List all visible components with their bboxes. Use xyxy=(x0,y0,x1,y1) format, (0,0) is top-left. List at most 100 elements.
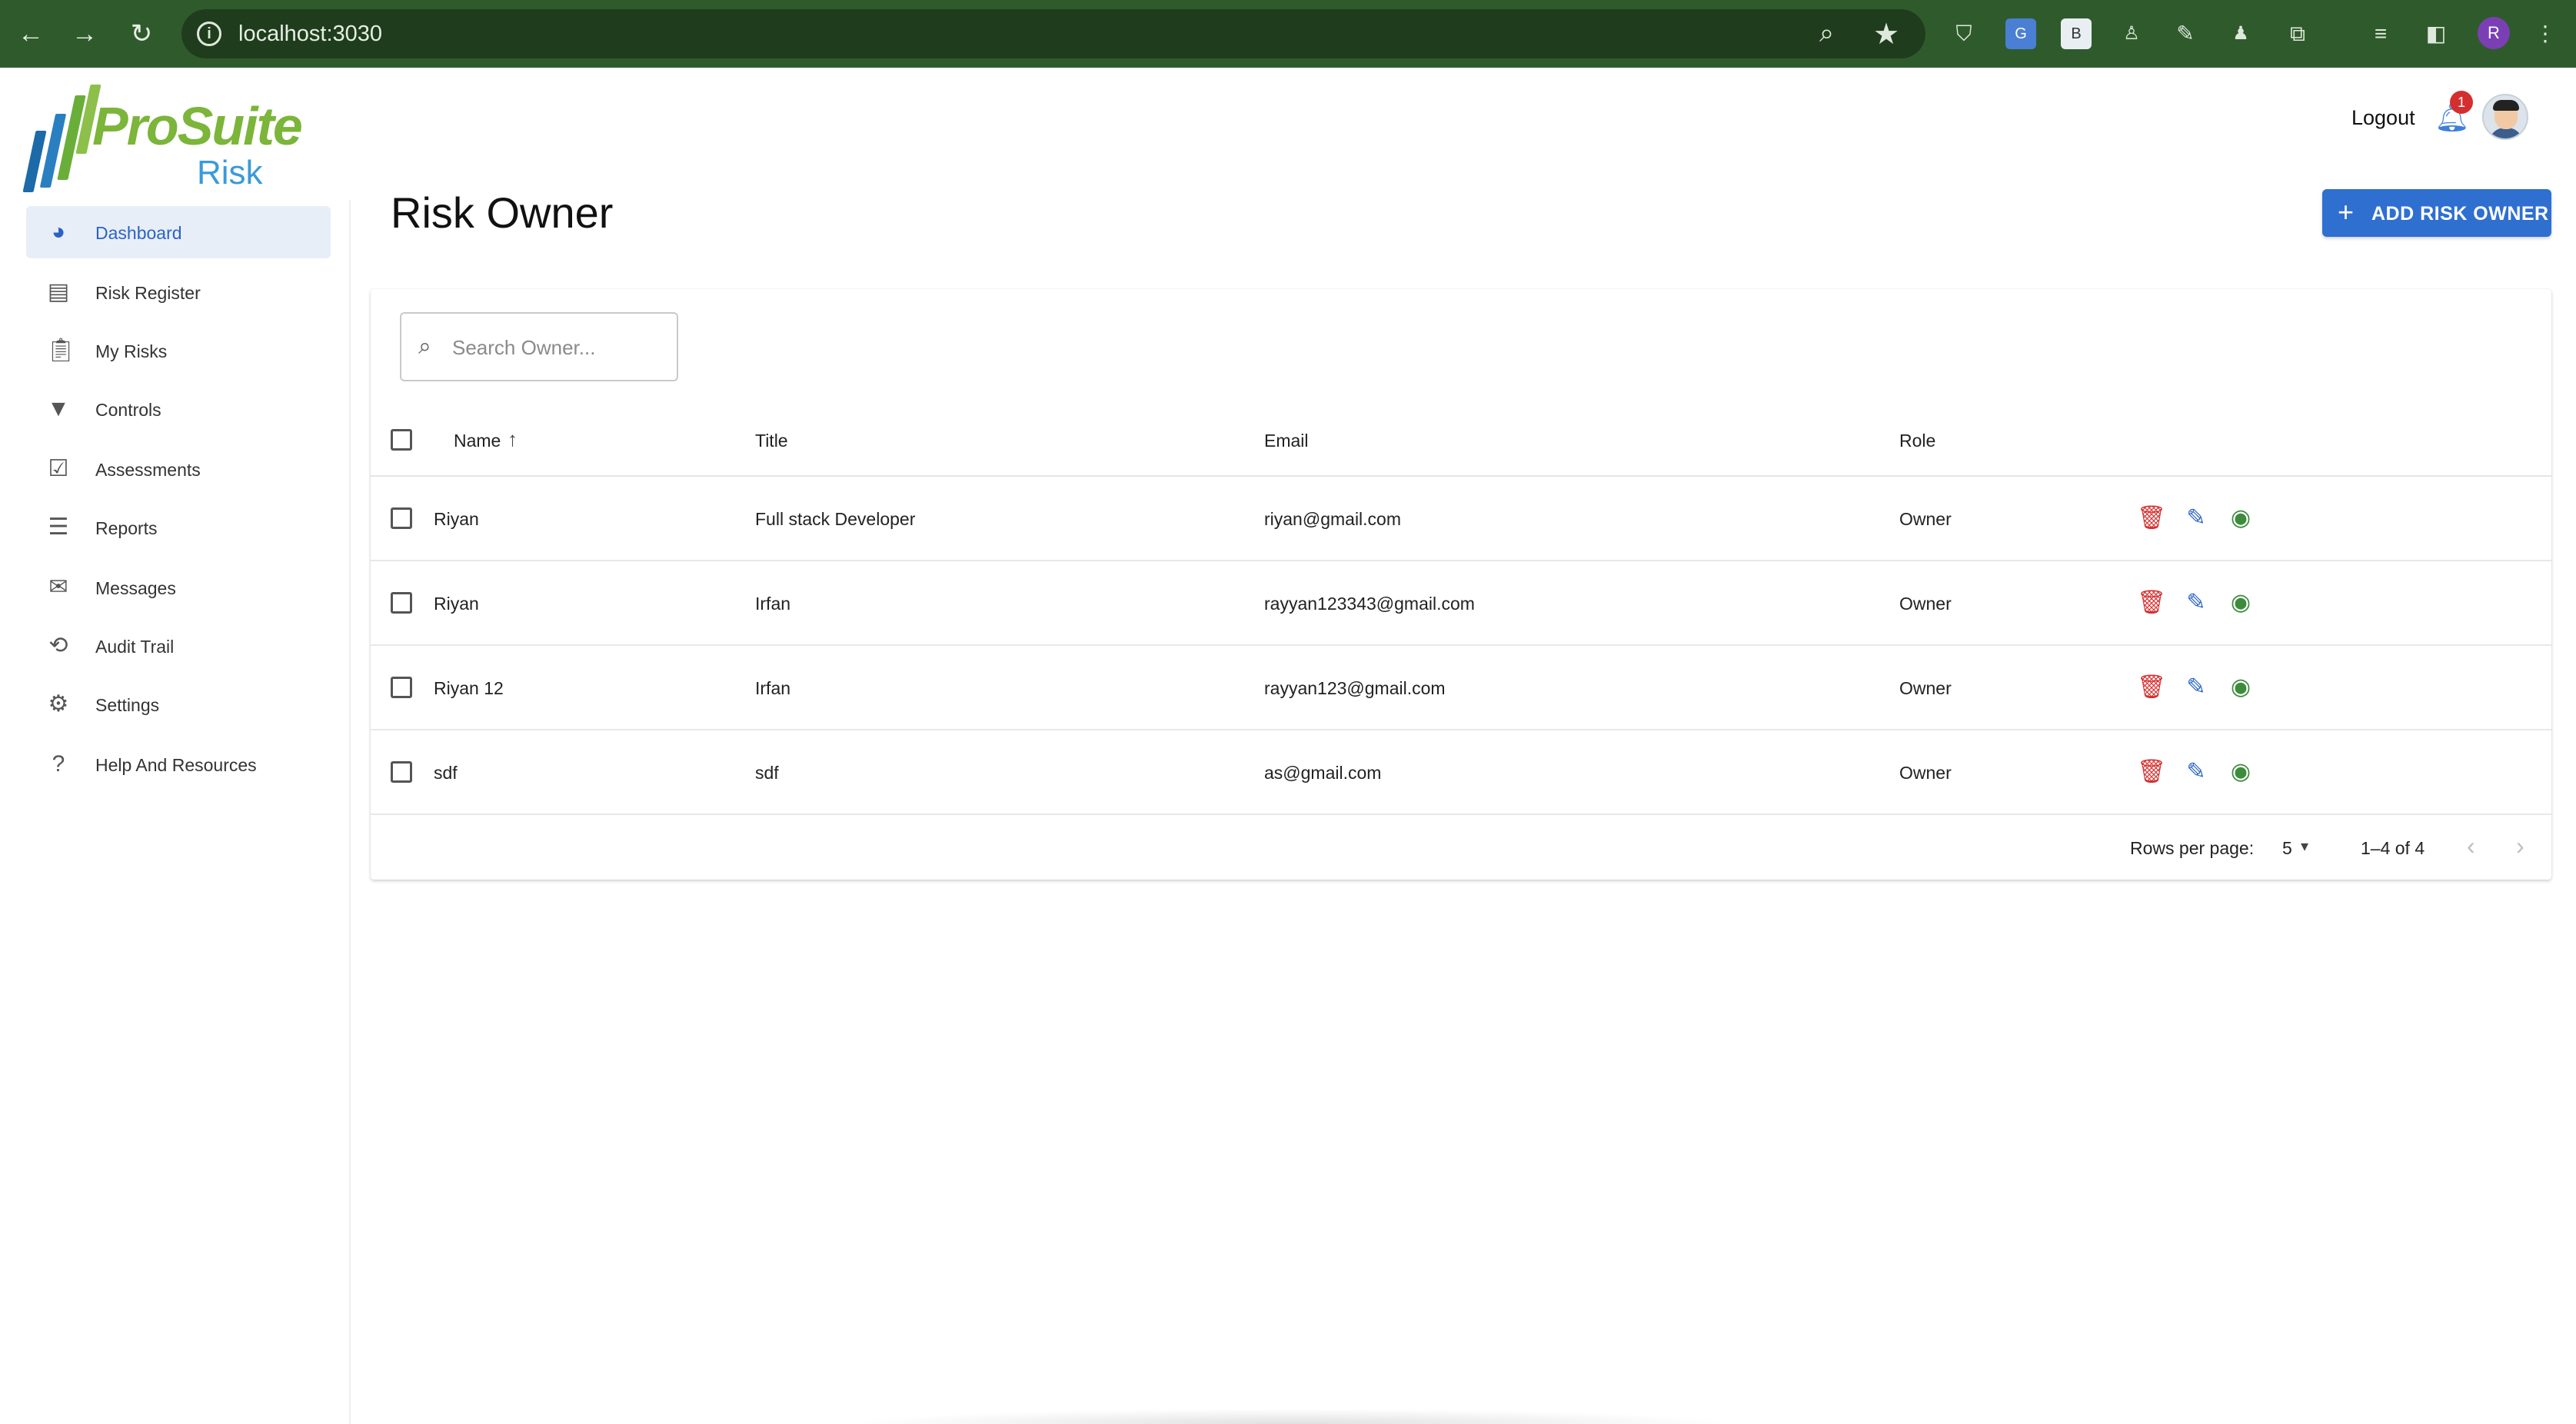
page-title: Risk Owner xyxy=(391,188,614,237)
edit-icon[interactable]: ✎ xyxy=(2181,587,2212,618)
cell-name: Riyan xyxy=(434,594,479,614)
logo-mark-icon xyxy=(18,85,102,200)
row-checkbox[interactable] xyxy=(391,592,412,614)
bottom-shadow xyxy=(846,1409,1738,1424)
sidebar-item-label: Assessments xyxy=(95,460,201,480)
sidebar-item-label: Risk Register xyxy=(95,283,201,303)
report-icon: ▤ xyxy=(47,279,70,304)
sidebar-item-label: Dashboard xyxy=(95,223,182,243)
row-checkbox[interactable] xyxy=(391,507,412,529)
filter-icon: ▼ xyxy=(47,396,70,421)
search-box[interactable]: ⌕ xyxy=(400,312,678,381)
cell-email: as@gmail.com xyxy=(1264,763,1382,783)
eyedropper-extension-icon[interactable]: ✎ xyxy=(2170,18,2201,49)
row-checkbox[interactable] xyxy=(391,761,412,783)
layers-icon: ☰ xyxy=(48,514,69,540)
sidebar-item-label: Controls xyxy=(95,400,161,420)
app-logo[interactable]: ProSuite Risk xyxy=(18,80,303,203)
notification-badge: 1 xyxy=(2450,91,2473,114)
pagination-range: 1–4 of 4 xyxy=(2361,838,2425,858)
sidebar-item-label: Settings xyxy=(95,695,160,715)
sidebar-item-dashboard[interactable]: ◕ Dashboard xyxy=(26,206,331,258)
column-header-title[interactable]: Title xyxy=(755,431,788,451)
media-queue-icon[interactable]: ≡ xyxy=(2365,18,2396,49)
browser-profile-avatar[interactable]: R xyxy=(2478,17,2510,49)
row-checkbox[interactable] xyxy=(391,677,412,698)
edit-icon[interactable]: ✎ xyxy=(2181,672,2212,703)
reload-icon[interactable]: ↻ xyxy=(125,17,158,51)
column-header-name[interactable]: Name xyxy=(454,431,501,451)
sidebar-item-label: My Risks xyxy=(95,341,168,361)
delete-icon[interactable]: 🗑︎ xyxy=(2136,587,2167,618)
sidebar-item-help-and-resources[interactable]: ? Help And Resources xyxy=(26,738,331,790)
cell-role: Owner xyxy=(1899,509,1952,529)
sidebar: ◕ Dashboard ▤ Risk Register 📋︎ My Risks … xyxy=(0,200,351,1424)
column-header-role[interactable]: Role xyxy=(1899,431,1935,451)
translate-extension-icon[interactable]: G xyxy=(2005,18,2036,49)
sidebar-item-label: Help And Resources xyxy=(95,755,257,775)
zoom-icon[interactable]: ⌕ xyxy=(1819,18,1834,48)
next-page-icon[interactable]: › xyxy=(2516,832,2524,860)
delete-icon[interactable]: 🗑︎ xyxy=(2136,757,2167,787)
puzzle-extension-icon[interactable]: ⧉ xyxy=(2282,18,2313,49)
sidebar-item-messages[interactable]: ✉ Messages xyxy=(26,561,331,614)
rows-per-page-select[interactable]: 5 xyxy=(2282,838,2292,859)
sidebar-item-label: Messages xyxy=(95,578,176,598)
browser-toolbar: ← → ↻ i localhost:3030 ⌕ ★ ⛉ G B ♙ ✎ ♟ ⧉… xyxy=(0,0,2576,68)
pie-chart-icon: ◕ xyxy=(51,219,66,245)
bookmark-star-icon[interactable]: ★ xyxy=(1873,17,1899,52)
sidebar-item-settings[interactable]: ⚙ Settings xyxy=(26,678,331,730)
side-panel-icon[interactable]: ◧ xyxy=(2421,18,2451,49)
add-button-label: ADD RISK OWNER xyxy=(2371,203,2549,225)
sidebar-item-label: Audit Trail xyxy=(95,637,175,657)
cell-role: Owner xyxy=(1899,678,1952,698)
chevron-down-icon[interactable]: ▾ xyxy=(2301,837,2308,856)
logout-button[interactable]: Logout xyxy=(2351,106,2415,130)
column-header-email[interactable]: Email xyxy=(1264,431,1309,451)
cell-name: Riyan 12 xyxy=(434,678,504,698)
view-icon[interactable]: ◉ xyxy=(2225,587,2256,618)
back-icon[interactable]: ← xyxy=(14,17,48,51)
forward-icon[interactable]: → xyxy=(68,17,102,51)
search-icon: ⌕ xyxy=(418,334,431,359)
site-info-icon[interactable]: i xyxy=(197,22,221,46)
rows-per-page-label: Rows per page: xyxy=(2130,838,2255,858)
edit-icon[interactable]: ✎ xyxy=(2181,757,2212,787)
view-icon[interactable]: ◉ xyxy=(2225,503,2256,534)
cell-name: Riyan xyxy=(434,509,479,529)
shield-extension-icon[interactable]: ⛉ xyxy=(1949,18,1979,49)
delete-icon[interactable]: 🗑︎ xyxy=(2136,503,2167,534)
b-extension-icon[interactable]: B xyxy=(2061,18,2092,49)
sidebar-item-controls[interactable]: ▼ Controls xyxy=(26,383,331,435)
sidebar-item-assessments[interactable]: ☑ Assessments xyxy=(26,443,331,495)
checklist-icon: ☑ xyxy=(48,456,69,481)
sidebar-item-my-risks[interactable]: 📋︎ My Risks xyxy=(26,324,331,377)
user-avatar[interactable] xyxy=(2482,94,2528,140)
url-text[interactable]: localhost:3030 xyxy=(238,22,382,47)
risk-owner-table-card: ⌕ Name ↑ Title Email Role Riyan Full sta… xyxy=(371,289,2551,880)
cell-title: Irfan xyxy=(755,594,791,614)
sort-ascending-icon[interactable]: ↑ xyxy=(508,428,518,451)
view-icon[interactable]: ◉ xyxy=(2225,757,2256,787)
figure-extension-icon[interactable]: ♟ xyxy=(2225,18,2256,49)
gear-icon: ⚙ xyxy=(48,691,69,717)
person-extension-icon[interactable]: ♙ xyxy=(2116,18,2147,49)
select-all-checkbox[interactable] xyxy=(391,429,412,451)
view-icon[interactable]: ◉ xyxy=(2225,672,2256,703)
edit-icon[interactable]: ✎ xyxy=(2181,503,2212,534)
delete-icon[interactable]: 🗑︎ xyxy=(2136,672,2167,703)
cell-role: Owner xyxy=(1899,763,1952,783)
address-bar[interactable]: i localhost:3030 ⌕ ★ xyxy=(181,9,1925,58)
table-row: Riyan Irfan rayyan123343@gmail.com Owner… xyxy=(371,561,2551,646)
sidebar-item-reports[interactable]: ☰ Reports xyxy=(26,501,331,554)
table-row: Riyan Full stack Developer riyan@gmail.c… xyxy=(371,477,2551,561)
table-row: sdf sdf as@gmail.com Owner 🗑︎ ✎ ◉ xyxy=(371,730,2551,815)
sidebar-item-audit-trail[interactable]: ⟲ Audit Trail xyxy=(26,620,331,672)
previous-page-icon[interactable]: ‹ xyxy=(2467,832,2475,860)
more-menu-icon[interactable]: ⋮ xyxy=(2530,18,2561,49)
sidebar-item-risk-register[interactable]: ▤ Risk Register xyxy=(26,266,331,318)
table-header: Name ↑ Title Email Role xyxy=(371,404,2551,477)
add-risk-owner-button[interactable]: + ADD RISK OWNER xyxy=(2322,189,2551,237)
search-input[interactable] xyxy=(452,332,667,363)
cell-name: sdf xyxy=(434,763,458,783)
